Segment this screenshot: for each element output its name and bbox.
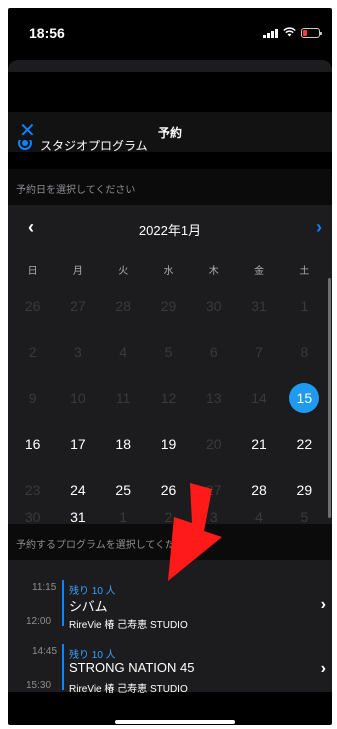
session-remaining: 残り 10 人 [69,586,116,597]
session-start-time: 14:45 [32,646,58,657]
radio-selected-icon[interactable] [18,140,32,150]
calendar-day[interactable]: 16 [10,421,55,467]
weekday-label: 月 [72,266,83,277]
status-bar: 18:56 [8,8,332,58]
session-start-time: 11:15 [32,582,57,593]
calendar-day[interactable]: 22 [282,421,327,467]
calendar-day-disabled: 7 [255,344,263,360]
weekday-label: 金 [254,266,265,277]
calendar-day-disabled: 8 [300,344,309,360]
status-time: 18:56 [29,25,65,41]
calendar-day-disabled: 28 [115,298,131,314]
calendar-day-disabled: 5 [164,344,173,360]
calendar-day-disabled: 12 [160,390,177,406]
session-accent-bar [62,644,64,690]
calendar-day-disabled: 3 [74,344,82,360]
weekday-row: 日 月 火 水 木 金 土 [8,262,332,277]
calendar-day-disabled: 1 [300,298,309,314]
calendar-day[interactable]: 17 [55,421,100,467]
calendar-day-disabled: 26 [24,298,41,314]
chevron-right-icon[interactable]: › [321,660,326,678]
calendar-week: 16 17 18 19 20 21 22 [8,421,332,467]
calendar-week: 9 10 11 12 13 14 15 [8,375,332,421]
phone-screen: 18:56 ✕ 予約 スタジオプログラム 予約日を選択してください ‹ 2022… [8,8,332,725]
calendar-day-disabled: 13 [205,390,222,406]
calendar: ‹ 2022年1月 › 日 月 火 水 木 金 土 26 27 28 29 30… [8,205,332,524]
signal-icon [263,28,278,38]
session-studio: RireVie 椿 己寿恵 STUDIO [69,620,188,631]
calendar-day-disabled: 11 [115,390,131,406]
battery-icon [301,27,322,38]
month-label: 2022年1月 [138,223,202,238]
calendar-day-disabled: 2 [28,344,37,360]
chevron-right-icon[interactable]: › [321,596,326,614]
session-remaining: 残り 10 人 [69,650,116,661]
wifi-icon [283,27,296,38]
status-icons [263,27,322,38]
weekday-label: 水 [163,266,174,277]
calendar-day-disabled: 20 [205,436,222,452]
calendar-header: ‹ 2022年1月 › [8,205,332,245]
calendar-day[interactable]: 19 [146,421,191,467]
calendar-day[interactable]: 21 [236,421,281,467]
page-title: 予約 [157,126,182,140]
program-type-option[interactable]: スタジオプログラム [8,140,332,158]
calendar-day-disabled: 31 [251,298,267,314]
chevron-right-icon[interactable]: › [316,217,322,238]
scroll-indicator [328,278,331,518]
weekday-label: 土 [299,266,310,277]
session-accent-bar [62,580,64,626]
session-item[interactable]: 14:45 15:30 残り 10 人 STRONG NATION 45 Rir… [8,632,332,695]
sheet-background [8,60,332,72]
session-name: STRONG NATION 45 [69,660,195,675]
date-section-header: 予約日を選択してください [8,169,332,205]
program-type-label: スタジオプログラム [40,140,148,153]
weekday-label: 木 [208,266,219,277]
calendar-day-disabled: 14 [251,390,267,406]
calendar-day-disabled: 27 [70,298,86,314]
date-section-header-text: 予約日を選択してください [16,185,136,196]
annotation-arrow-icon [168,483,222,581]
calendar-day-disabled: 9 [28,390,37,406]
calendar-day-disabled: 30 [205,298,222,314]
calendar-day-selected[interactable]: 15 [282,375,327,421]
calendar-day-disabled: 4 [119,344,128,360]
calendar-day-disabled: 29 [160,298,177,314]
weekday-label: 日 [27,266,38,277]
calendar-day-disabled: 6 [209,344,218,360]
session-name: シバム [69,599,108,614]
session-end-time: 15:30 [26,680,52,691]
session-studio: RireVie 椿 己寿恵 STUDIO [69,684,188,695]
calendar-day[interactable]: 18 [101,421,146,467]
weekday-label: 火 [118,266,129,277]
calendar-week: 2 3 4 5 6 7 8 [8,329,332,375]
home-indicator [115,720,235,724]
session-end-time: 12:00 [26,616,52,627]
calendar-day-disabled: 10 [70,390,86,406]
calendar-week: 26 27 28 29 30 31 1 [8,283,332,329]
